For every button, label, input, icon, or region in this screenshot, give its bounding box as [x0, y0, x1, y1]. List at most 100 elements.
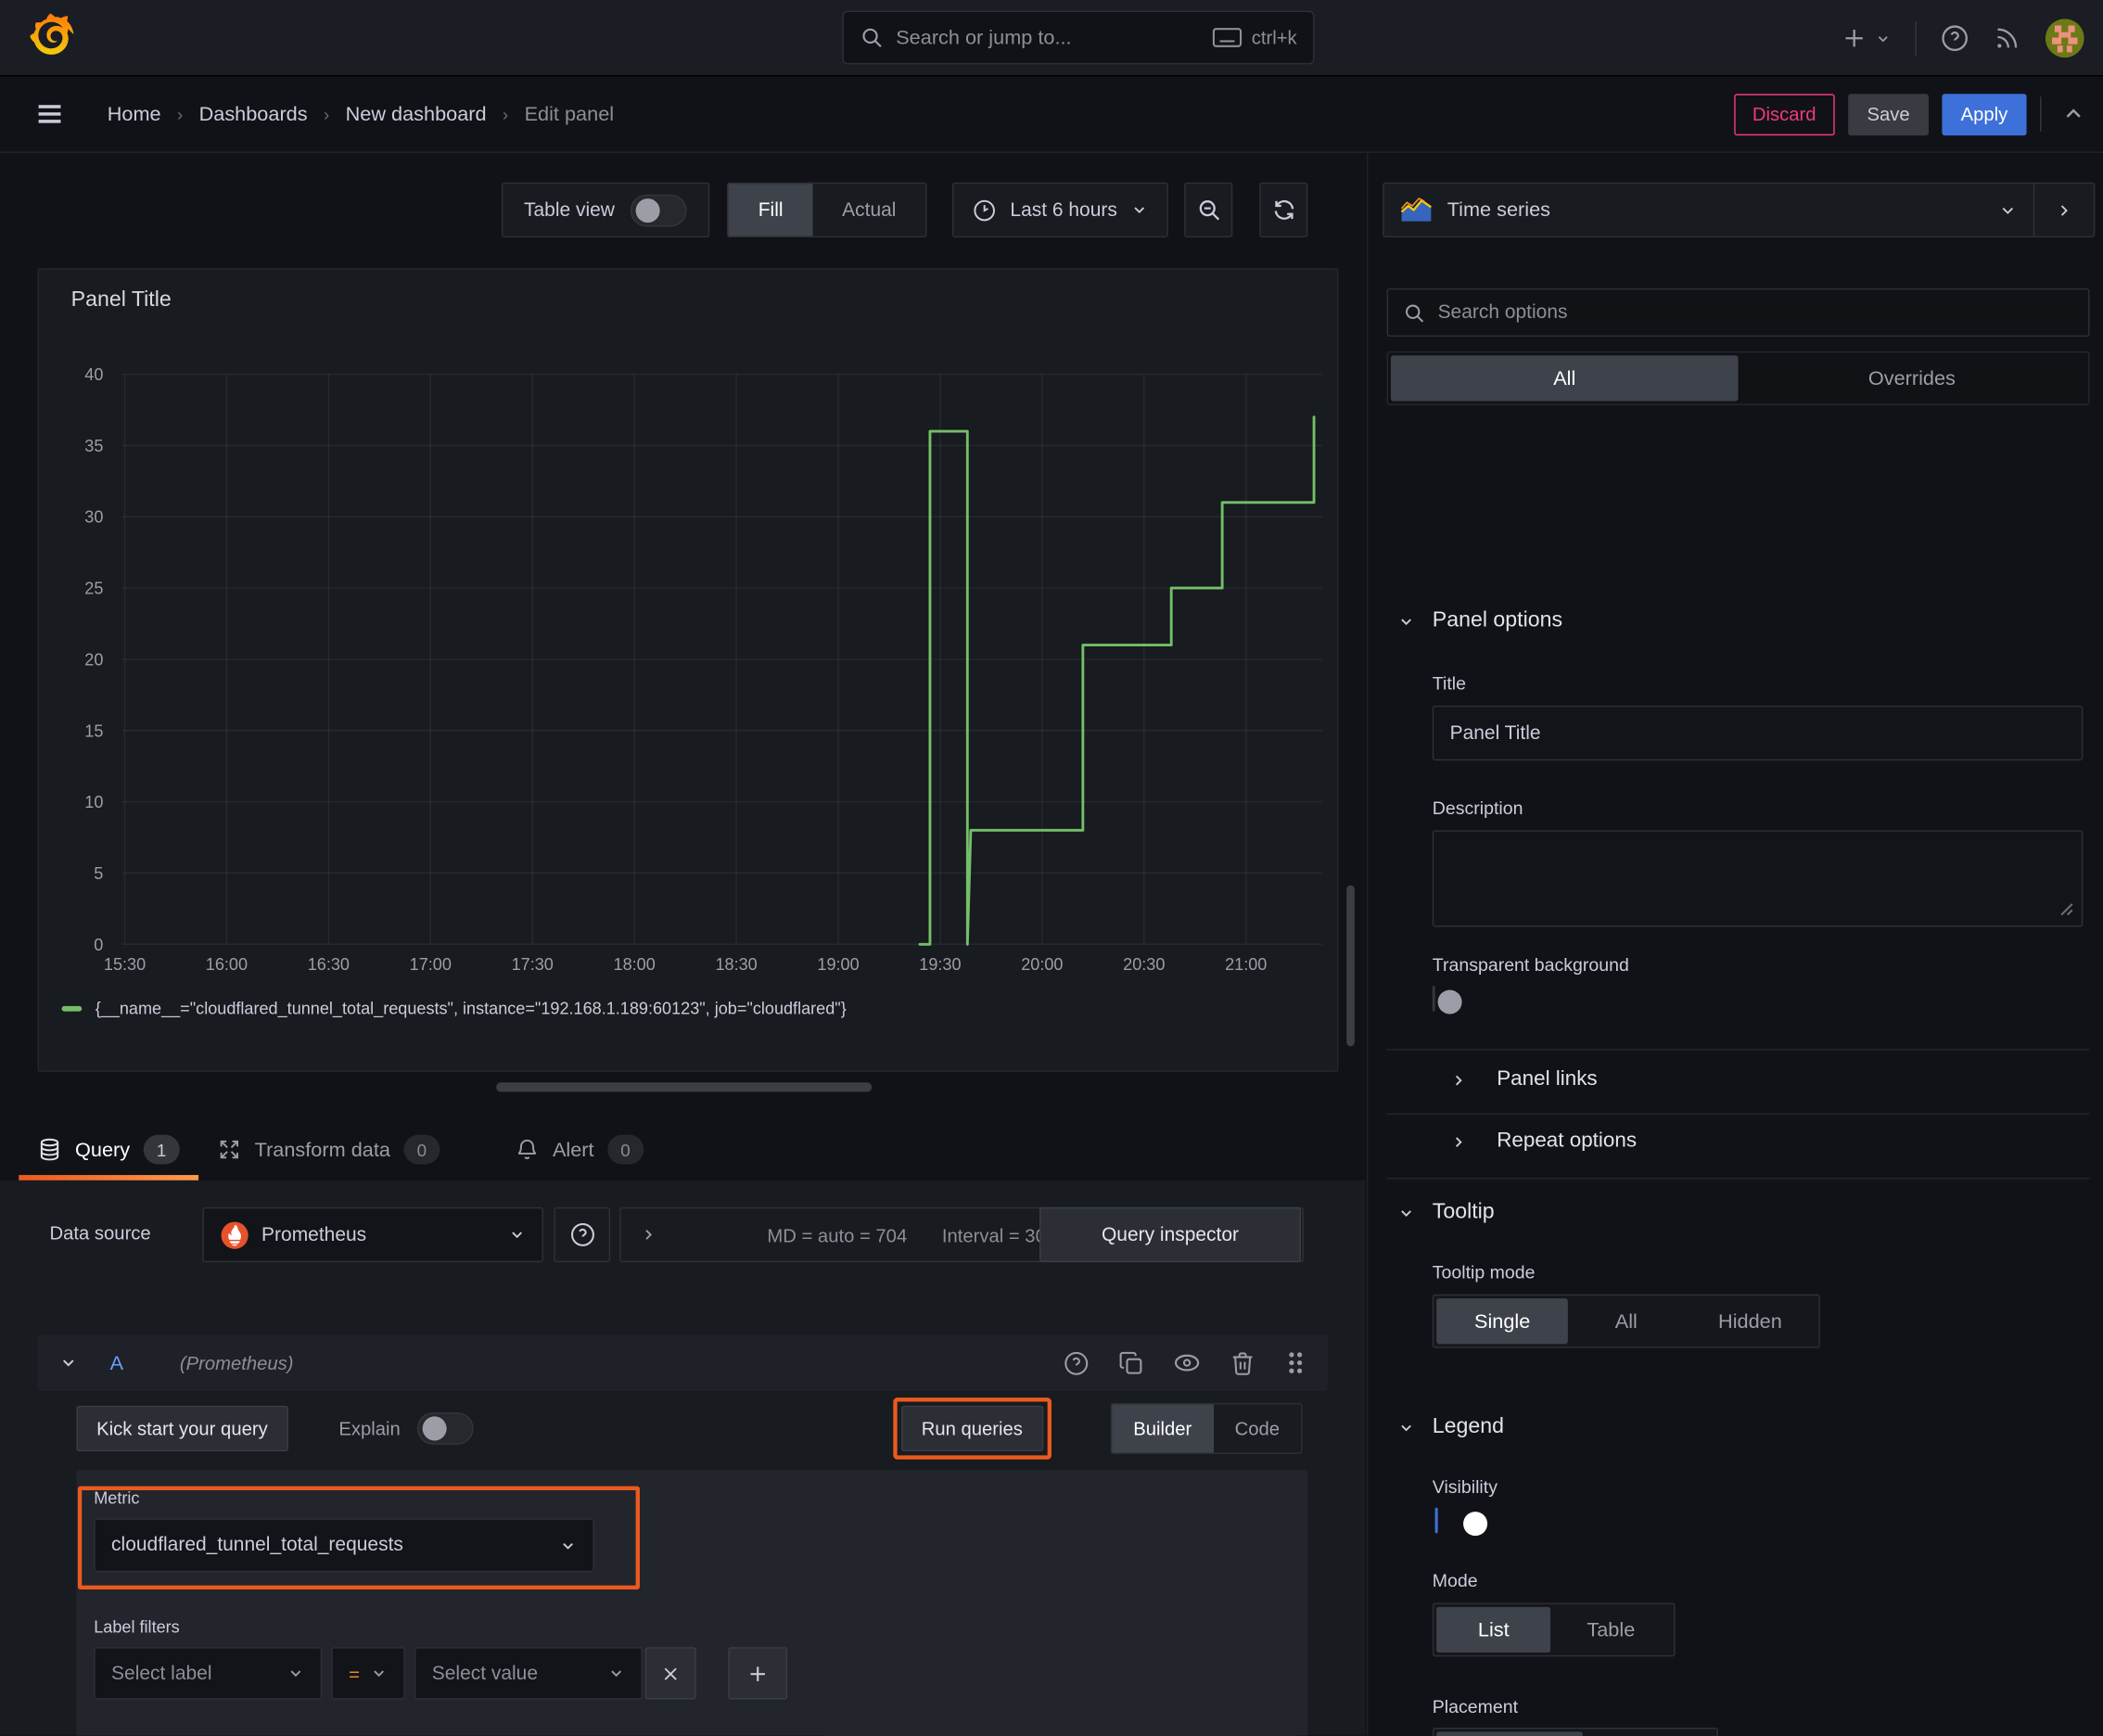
- bell-icon: [515, 1138, 539, 1162]
- datasource-help-button[interactable]: [554, 1206, 611, 1263]
- help-icon[interactable]: [1064, 1350, 1089, 1375]
- zoom-out-button[interactable]: [1184, 182, 1233, 238]
- remove-filter-button[interactable]: [644, 1647, 696, 1700]
- breadcrumb-dashboards[interactable]: Dashboards: [199, 103, 308, 126]
- trash-icon[interactable]: [1230, 1350, 1255, 1375]
- code-option[interactable]: Code: [1213, 1404, 1301, 1452]
- builder-option[interactable]: Builder: [1112, 1404, 1214, 1453]
- add-filter-button[interactable]: [728, 1647, 788, 1700]
- news-icon[interactable]: [1993, 24, 2020, 52]
- svg-text:40: 40: [84, 365, 103, 384]
- panel-toolbar: Table view Fill Actual Last 6 hours: [0, 182, 1352, 238]
- chevron-down-icon: [611, 1670, 621, 1678]
- chart-legend-item[interactable]: {__name__="cloudflared_tunnel_total_requ…: [61, 1000, 847, 1018]
- breadcrumb-new-dashboard[interactable]: New dashboard: [346, 103, 487, 126]
- svg-text:30: 30: [84, 508, 103, 527]
- tab-all[interactable]: All: [1390, 355, 1739, 402]
- panel-options-pane: Time series All Overrides Panel options …: [1366, 152, 2103, 1736]
- placement-bottom[interactable]: Bottom: [1436, 1731, 1584, 1736]
- fill-option[interactable]: Fill: [728, 184, 813, 236]
- grafana-logo[interactable]: [30, 13, 75, 61]
- svg-text:35: 35: [84, 437, 103, 455]
- options-search-input[interactable]: [1437, 301, 2074, 324]
- table-view-toggle-group: Table view: [501, 182, 710, 238]
- search-input[interactable]: [896, 26, 1201, 49]
- drag-handle-icon[interactable]: [1285, 1351, 1306, 1375]
- hide-response-icon[interactable]: [1174, 1349, 1201, 1376]
- run-queries-button[interactable]: Run queries: [900, 1405, 1043, 1452]
- chevron-down-icon[interactable]: [59, 1353, 78, 1372]
- avatar[interactable]: [2045, 19, 2084, 58]
- legend-visibility-toggle[interactable]: [1434, 1507, 1488, 1537]
- time-range-picker[interactable]: Last 6 hours: [952, 182, 1168, 238]
- panel-links-section[interactable]: Panel links: [1450, 1067, 1598, 1091]
- chevron-right-icon: ›: [502, 104, 509, 124]
- operator-dropdown[interactable]: =: [331, 1647, 405, 1700]
- actual-option[interactable]: Actual: [812, 184, 925, 236]
- svg-text:17:00: 17:00: [410, 955, 452, 974]
- panel-title-input[interactable]: [1432, 705, 2084, 761]
- prometheus-query-builder: Metric cloudflared_tunnel_total_requests…: [76, 1470, 1308, 1736]
- select-value-dropdown[interactable]: Select value: [414, 1647, 643, 1700]
- query-row-a: A (Prometheus): [37, 1334, 1328, 1391]
- chevron-right-icon: [645, 1230, 653, 1240]
- visualization-select[interactable]: Time series: [1384, 184, 2033, 236]
- repeat-options-section[interactable]: Repeat options: [1450, 1130, 1637, 1154]
- save-button[interactable]: Save: [1848, 93, 1929, 135]
- left-pane-scrollbar[interactable]: [1346, 885, 1355, 1047]
- chevron-down-icon: [512, 1232, 522, 1239]
- svg-text:25: 25: [84, 580, 103, 598]
- search-icon: [1403, 301, 1426, 325]
- global-search[interactable]: ctrl+k: [842, 10, 1315, 65]
- chevron-up-icon[interactable]: [2063, 103, 2084, 124]
- interval: Interval = 30s: [941, 1223, 1055, 1246]
- prometheus-icon: [220, 1220, 249, 1250]
- svg-text:10: 10: [84, 793, 103, 811]
- tab-transform-data[interactable]: Transform data 0: [198, 1118, 459, 1181]
- divider: [2040, 96, 2042, 132]
- resize-grip-icon[interactable]: [2058, 901, 2073, 916]
- datasource-picker[interactable]: Prometheus: [202, 1206, 543, 1263]
- query-inspector-button[interactable]: Query inspector: [1039, 1206, 1302, 1263]
- kick-start-button[interactable]: Kick start your query: [76, 1405, 288, 1452]
- chevron-down-icon: [1401, 618, 1411, 625]
- panel-options-section-header[interactable]: Panel options: [1397, 609, 1562, 633]
- transparent-background-toggle[interactable]: [1432, 986, 1462, 1015]
- tooltip-mode-single[interactable]: Single: [1436, 1298, 1569, 1345]
- select-label-dropdown[interactable]: Select label: [94, 1647, 323, 1700]
- table-view-toggle[interactable]: [631, 194, 688, 226]
- help-button[interactable]: [1941, 24, 1969, 52]
- legend-mode-list[interactable]: List: [1436, 1606, 1551, 1653]
- explain-toggle[interactable]: [416, 1412, 473, 1445]
- breadcrumb-home[interactable]: Home: [108, 103, 161, 126]
- database-icon: [37, 1138, 61, 1162]
- new-menu-button[interactable]: [1842, 25, 1892, 50]
- editor-tabs: Query 1 Transform data 0 Alert 0: [0, 1118, 1365, 1181]
- metric-select[interactable]: cloudflared_tunnel_total_requests: [94, 1518, 594, 1573]
- viz-suggestions-button[interactable]: [2033, 184, 2094, 236]
- legend-mode-table[interactable]: Table: [1550, 1607, 1671, 1653]
- placement-right[interactable]: Right: [1583, 1731, 1714, 1736]
- options-search[interactable]: [1386, 287, 2090, 338]
- query-tools-row: Kick start your query Explain Run querie…: [76, 1398, 1314, 1460]
- chevron-down-icon: [1134, 207, 1145, 214]
- query-row-actions: [1064, 1349, 1306, 1376]
- tooltip-mode-all[interactable]: All: [1568, 1298, 1684, 1344]
- time-series-chart[interactable]: 15:30 16:00 16:30 17:00 17:30 18:00 18:30 19:00…: [39, 270, 1340, 1073]
- apply-button[interactable]: Apply: [1942, 93, 2027, 135]
- label-filters-label: Label filters: [94, 1617, 180, 1637]
- tooltip-mode-hidden[interactable]: Hidden: [1684, 1298, 1816, 1344]
- tooltip-section-header[interactable]: Tooltip: [1397, 1201, 1495, 1225]
- tab-query[interactable]: Query 1: [19, 1118, 198, 1181]
- tab-overrides[interactable]: Overrides: [1739, 355, 2086, 401]
- refresh-button[interactable]: [1259, 182, 1308, 238]
- menu-icon[interactable]: [35, 99, 65, 129]
- description-textarea[interactable]: [1432, 830, 2084, 927]
- tab-alert[interactable]: Alert 0: [496, 1118, 662, 1181]
- duplicate-icon[interactable]: [1118, 1350, 1143, 1375]
- svg-text:20:00: 20:00: [1021, 955, 1063, 974]
- horizontal-scrollbar[interactable]: [496, 1082, 873, 1092]
- legend-section-header[interactable]: Legend: [1397, 1415, 1504, 1439]
- discard-button[interactable]: Discard: [1733, 93, 1835, 135]
- svg-text:21:00: 21:00: [1225, 955, 1267, 974]
